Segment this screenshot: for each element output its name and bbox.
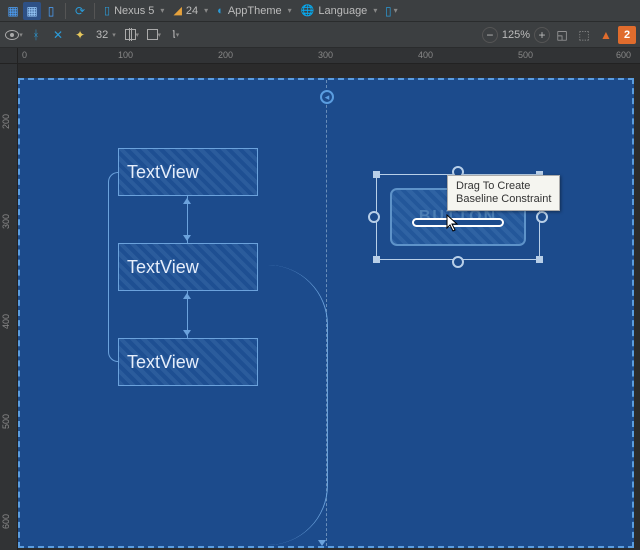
resize-handle[interactable] <box>373 256 380 263</box>
blueprint-view-icon[interactable]: ▦ <box>23 2 41 20</box>
device-label: Nexus 5 <box>114 5 154 17</box>
infer-constraints-icon[interactable]: ✦ <box>70 25 90 45</box>
blueprint-surface[interactable]: TextView TextView TextView <box>18 78 634 548</box>
design-canvas[interactable]: TextView TextView TextView <box>18 64 640 550</box>
constraint-anchor[interactable] <box>536 211 548 223</box>
resize-handle[interactable] <box>373 171 380 178</box>
device-selector[interactable]: ▯ Nexus 5 <box>100 4 168 17</box>
ruler-corner <box>0 48 18 64</box>
constraint-arrow-icon <box>183 235 191 241</box>
margin-value: 32 <box>96 29 108 41</box>
ruler-horizontal: 0 100 200 300 400 500 600 <box>18 48 640 64</box>
zoom-level[interactable]: 125% <box>500 29 532 41</box>
textview-3[interactable]: TextView <box>118 338 258 386</box>
top-toolbar: ▦ ▦ ▯ ⟳ ▯ Nexus 5 ◢ 24 ◐ AppTheme 🌐 Lang… <box>0 0 640 22</box>
view-options-icon[interactable]: ▾ <box>4 25 24 45</box>
align-icon[interactable]: ▾ <box>144 25 164 45</box>
theme-selector[interactable]: ◐ AppTheme <box>213 5 295 17</box>
variant-selector[interactable]: ▯ <box>382 2 400 20</box>
api-selector[interactable]: ◢ 24 <box>169 4 212 17</box>
clear-constraints-icon[interactable]: ✕ <box>48 25 68 45</box>
guideline-icon[interactable]: Ⲓ▾ <box>166 25 186 45</box>
textview-2[interactable]: TextView <box>118 243 258 291</box>
design-toolbar: ▾ ᚼ ✕ ✦ 32 ▾ ▾ ▾ Ⲓ▾ − 125% + ◱ ⬚ ▲ 2 <box>0 22 640 48</box>
errors-icon[interactable]: ▲ <box>596 25 616 45</box>
constraint-arrow-icon <box>183 198 191 204</box>
language-label: Language <box>318 5 367 17</box>
constraint-curve <box>258 265 328 545</box>
tooltip: Drag To Create Baseline Constraint <box>447 175 560 211</box>
zoom-fit-icon[interactable]: ◱ <box>552 25 572 45</box>
chain-bracket <box>108 172 118 362</box>
orientation-icon[interactable]: ⟳ <box>71 2 89 20</box>
default-margin[interactable]: 32 ▾ <box>92 29 120 41</box>
pan-icon[interactable]: ⬚ <box>574 25 594 45</box>
constraint-arrow-icon <box>183 330 191 336</box>
ruler-vertical: 200 300 400 500 600 <box>0 64 18 550</box>
autoconnect-icon[interactable]: ᚼ <box>26 25 46 45</box>
split-view-icon[interactable]: ▯ <box>42 2 60 20</box>
zoom-out-icon[interactable]: − <box>482 27 498 43</box>
guideline-handle[interactable] <box>320 90 334 104</box>
constraint-arrow-icon <box>183 293 191 299</box>
textview-1[interactable]: TextView <box>118 148 258 196</box>
resize-handle[interactable] <box>536 256 543 263</box>
pack-icon[interactable]: ▾ <box>122 25 142 45</box>
notification-badge[interactable]: 2 <box>618 26 636 44</box>
design-view-icon[interactable]: ▦ <box>4 2 22 20</box>
constraint-anchor[interactable] <box>452 256 464 268</box>
theme-label: AppTheme <box>228 5 282 17</box>
constraint-anchor[interactable] <box>368 211 380 223</box>
zoom-in-icon[interactable]: + <box>534 27 550 43</box>
language-selector[interactable]: 🌐 Language <box>297 4 382 17</box>
baseline-handle[interactable] <box>412 218 504 227</box>
api-label: 24 <box>186 5 198 17</box>
constraint-arrow-icon <box>318 540 326 546</box>
